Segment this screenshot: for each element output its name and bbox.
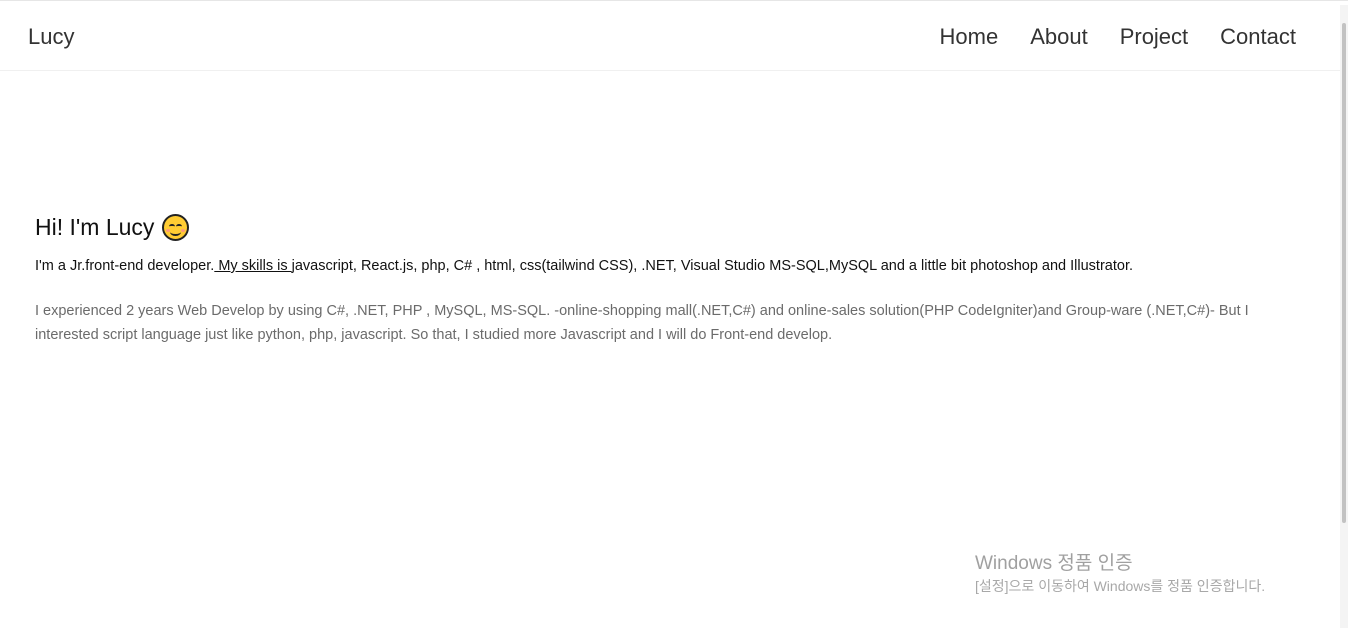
- watermark-title: Windows 정품 인증: [975, 553, 1133, 574]
- scrollbar-thumb[interactable]: [1342, 23, 1346, 523]
- skills-paragraph: I'm a Jr.front-end developer. My skills …: [35, 255, 1305, 277]
- top-navbar: Lucy Home About Project Contact: [0, 5, 1340, 71]
- nav-links: Home About Project Contact: [940, 24, 1297, 50]
- experience-paragraph: I experienced 2 years Web Develop by usi…: [35, 303, 1249, 343]
- hero-title-text: Hi! I'm Lucy: [35, 214, 155, 240]
- nav-link-contact[interactable]: Contact: [1220, 24, 1296, 50]
- intro-section: Hi! I'm Lucy I'm a Jr.front-end develope…: [35, 211, 1305, 347]
- nav-link-home[interactable]: Home: [940, 24, 999, 50]
- skills-list: javascript, React.js, php, C# , html, cs…: [291, 258, 1134, 274]
- hero-heading: Hi! I'm Lucy: [35, 211, 1305, 243]
- watermark-subtitle: [설정]으로 이동하여 Windows를 정품 인증합니다.: [975, 578, 1266, 594]
- nav-link-about[interactable]: About: [1030, 24, 1088, 50]
- skills-underlined-label: My skills is: [214, 258, 292, 274]
- page: Lucy Home About Project Contact Hi! I'm …: [0, 0, 1348, 628]
- skills-prefix: I'm a Jr.front-end developer.: [35, 258, 215, 274]
- windows-activation-watermark: Windows 정품 인증 [설정]으로 이동하여 Windows를 정품 인증…: [975, 552, 1265, 596]
- brand-logo-link[interactable]: Lucy: [28, 24, 74, 50]
- vertical-scrollbar[interactable]: [1340, 5, 1348, 628]
- smiling-face-icon: [162, 213, 190, 241]
- nav-link-project[interactable]: Project: [1120, 24, 1188, 50]
